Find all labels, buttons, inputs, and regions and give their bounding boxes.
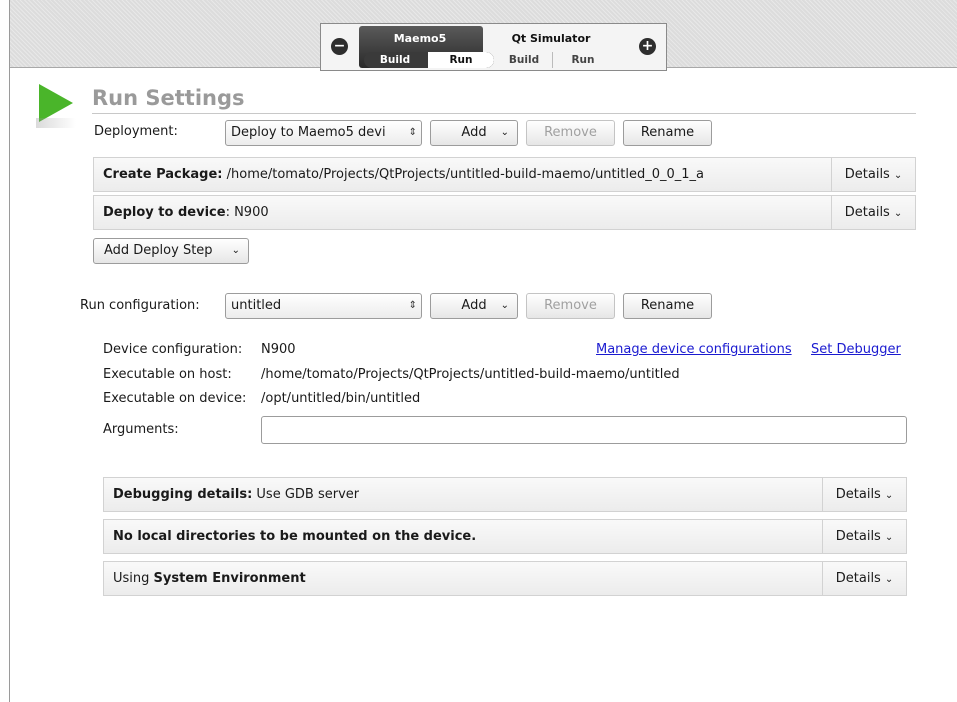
maemo-run-tab[interactable]: Run	[428, 52, 494, 68]
deploy-to-device-heading: Deploy to device	[103, 205, 226, 220]
deployment-remove-button[interactable]: Remove	[526, 120, 615, 146]
chevron-down-icon: ⌄	[893, 208, 903, 219]
create-package-details-button[interactable]: Details ⌄	[831, 158, 915, 191]
minus-icon: −	[333, 38, 346, 54]
device-configuration-value: N900	[261, 342, 296, 357]
chevron-down-icon: ⌄	[231, 245, 240, 256]
environment-heading: System Environment	[153, 571, 306, 586]
deployment-label: Deployment:	[94, 124, 178, 139]
debugging-details-heading: Debugging details:	[113, 487, 253, 502]
details-label: Details	[835, 571, 881, 586]
plus-icon: +	[641, 38, 654, 54]
mounted-directories-panel: No local directories to be mounted on th…	[103, 519, 907, 554]
deploy-to-device-details-button[interactable]: Details ⌄	[831, 196, 915, 229]
run-configuration-value: untitled	[231, 298, 282, 313]
deployment-combo[interactable]: Deploy to Maemo5 devi ⇕	[225, 120, 422, 146]
maemo-build-tab[interactable]: Build	[364, 52, 426, 68]
set-debugger-link[interactable]: Set Debugger	[811, 342, 901, 357]
executable-on-host-label: Executable on host:	[103, 367, 232, 382]
page-title: Run Settings	[92, 86, 245, 110]
device-configuration-label: Device configuration:	[103, 342, 243, 357]
environment-title: Using System Environment	[113, 562, 306, 595]
deployment-add-button[interactable]: Add ⌄	[430, 120, 518, 146]
create-package-title: Create Package: /home/tomato/Projects/Qt…	[103, 158, 823, 191]
arguments-label: Arguments:	[103, 422, 179, 437]
arguments-input[interactable]	[261, 416, 907, 444]
run-play-icon	[39, 84, 73, 122]
environment-prefix: Using	[113, 571, 154, 586]
target-selector: − Maemo5 Build Run Qt Simulator Build Ru…	[320, 23, 667, 71]
run-configuration-label: Run configuration:	[80, 298, 200, 313]
details-label: Details	[835, 487, 881, 502]
run-configuration-add-button[interactable]: Add ⌄	[430, 293, 518, 319]
add-deploy-step-label: Add Deploy Step	[104, 243, 213, 258]
target-selector-bar: − Maemo5 Build Run Qt Simulator Build Ru…	[10, 0, 957, 71]
mounted-directories-details-button[interactable]: Details ⌄	[822, 520, 906, 553]
chevron-down-icon: ⌄	[884, 532, 894, 543]
updown-arrows-icon: ⇕	[408, 300, 417, 311]
details-label: Details	[844, 167, 890, 182]
deployment-add-label: Add	[461, 125, 487, 140]
remove-target-button[interactable]: −	[331, 38, 348, 55]
create-package-panel: Create Package: /home/tomato/Projects/Qt…	[93, 157, 916, 192]
debugging-details-title: Debugging details: Use GDB server	[113, 478, 359, 511]
title-divider	[92, 113, 916, 114]
add-deploy-step-button[interactable]: Add Deploy Step ⌄	[93, 238, 249, 264]
environment-panel: Using System Environment Details ⌄	[103, 561, 907, 596]
details-label: Details	[835, 529, 881, 544]
chevron-down-icon: ⌄	[884, 574, 894, 585]
chevron-down-icon: ⌄	[500, 127, 509, 138]
debugging-details-button[interactable]: Details ⌄	[822, 478, 906, 511]
qt-simulator-build-tab[interactable]: Build	[496, 52, 553, 68]
deploy-to-device-value: : N900	[225, 205, 269, 220]
run-icon-reflection	[36, 118, 76, 128]
executable-on-device-value: /opt/untitled/bin/untitled	[261, 391, 421, 406]
chevron-down-icon: ⌄	[500, 300, 509, 311]
maemo-build-run-toggle: Build Run	[364, 52, 494, 68]
mounted-directories-heading: No local directories to be mounted on th…	[113, 529, 477, 544]
updown-arrows-icon: ⇕	[408, 127, 417, 138]
qt-simulator-run-tab[interactable]: Run	[553, 52, 613, 68]
executable-on-host-value: /home/tomato/Projects/QtProjects/untitle…	[261, 367, 680, 382]
qt-simulator-target-name[interactable]: Qt Simulator	[491, 32, 611, 45]
deploy-to-device-panel: Deploy to device: N900 Details ⌄	[93, 195, 916, 230]
deployment-combo-value: Deploy to Maemo5 devi	[231, 125, 386, 140]
chevron-down-icon: ⌄	[893, 170, 903, 181]
environment-details-button[interactable]: Details ⌄	[822, 562, 906, 595]
debugging-details-panel: Debugging details: Use GDB server Detail…	[103, 477, 907, 512]
deploy-to-device-title: Deploy to device: N900	[103, 196, 269, 229]
create-package-heading: Create Package:	[103, 167, 223, 182]
manage-device-configurations-link[interactable]: Manage device configurations	[596, 342, 792, 357]
run-configuration-rename-button[interactable]: Rename	[623, 293, 712, 319]
chevron-down-icon: ⌄	[884, 490, 894, 501]
debugging-details-value: Use GDB server	[252, 487, 360, 502]
deployment-rename-button[interactable]: Rename	[623, 120, 712, 146]
maemo-target-name[interactable]: Maemo5	[364, 32, 476, 45]
run-configuration-add-label: Add	[461, 298, 487, 313]
add-target-button[interactable]: +	[639, 38, 656, 55]
run-configuration-remove-button[interactable]: Remove	[526, 293, 615, 319]
run-configuration-combo[interactable]: untitled ⇕	[225, 293, 422, 319]
mounted-directories-title: No local directories to be mounted on th…	[113, 520, 476, 553]
details-label: Details	[844, 205, 890, 220]
create-package-path: /home/tomato/Projects/QtProjects/untitle…	[222, 167, 704, 182]
executable-on-device-label: Executable on device:	[103, 391, 247, 406]
